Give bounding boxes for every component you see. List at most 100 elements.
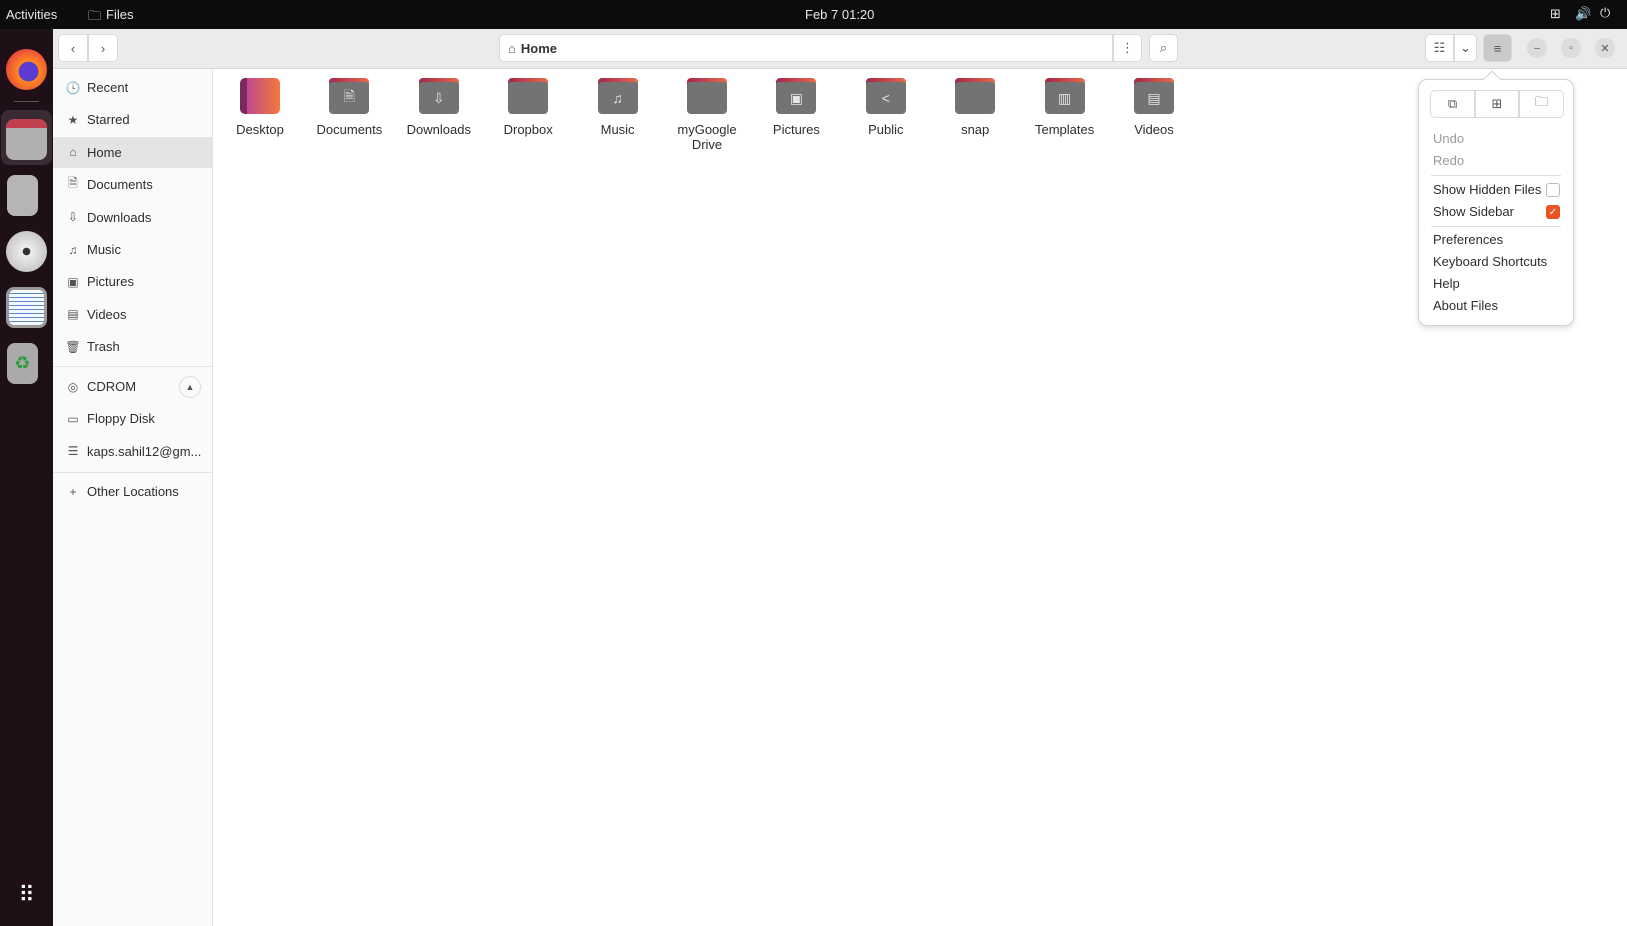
sidebar-item-other-locations[interactable]: + Other Locations: [53, 476, 212, 507]
path-home[interactable]: Home: [521, 41, 557, 56]
menu-show-sidebar[interactable]: Show Sidebar: [1433, 204, 1514, 219]
recent-icon: 🕓: [65, 80, 81, 95]
sidebar-item-label: Videos: [87, 306, 127, 322]
path-menu-button[interactable]: ⋮: [1113, 34, 1142, 62]
menu-about[interactable]: About Files: [1433, 298, 1498, 313]
back-button[interactable]: ‹: [58, 34, 88, 62]
folder-icon: <: [865, 78, 906, 114]
sidebar-item-label: Downloads: [87, 209, 152, 225]
documents-icon: 🗎: [68, 176, 78, 191]
sidebar-item-starred[interactable]: ★ Starred: [53, 104, 212, 135]
eject-button[interactable]: ▲: [179, 375, 201, 398]
menu-keyboard-shortcuts[interactable]: Keyboard Shortcuts: [1433, 254, 1547, 269]
folder-icon: 🗎: [329, 78, 370, 114]
sidebar-item-downloads[interactable]: ⇩ Downloads: [53, 202, 212, 233]
downloads-icon: ⇩: [67, 210, 79, 225]
file-item-public[interactable]: < Public: [843, 78, 929, 137]
file-name: Music: [600, 122, 635, 137]
activities-button[interactable]: Activities: [6, 7, 57, 22]
folder-icon: ▥: [1044, 78, 1085, 114]
files-icon[interactable]: [6, 119, 47, 160]
sidebar-item-label: Music: [87, 242, 121, 257]
divider: [53, 472, 212, 473]
pictures-icon: ▣: [67, 274, 79, 289]
file-name: Documents: [316, 122, 383, 137]
file-name: Dropbox: [503, 122, 553, 137]
file-item-mygoogledrive[interactable]: myGoogleDrive: [664, 78, 750, 152]
view-list-button[interactable]: ☷: [1425, 34, 1454, 62]
sidebar-item-label: Recent: [87, 80, 129, 95]
top-bar: Activities 🗀 Files Feb 7 01:20 ⊞ 🔊 ⏻: [0, 0, 1627, 29]
file-item-templates[interactable]: ▥ Templates: [1022, 78, 1108, 137]
file-name: snap: [961, 122, 990, 137]
sidebar-item-documents[interactable]: 🗎 Documents: [53, 169, 212, 200]
new-window-icon[interactable]: ⧉: [1430, 90, 1475, 118]
file-item-dropbox[interactable]: Dropbox: [485, 78, 571, 137]
file-item-videos[interactable]: ▤ Videos: [1111, 78, 1197, 137]
close-button[interactable]: ✕: [1595, 38, 1615, 58]
menu-redo[interactable]: Redo: [1433, 153, 1464, 168]
folder-icon: [240, 78, 280, 114]
minimize-button[interactable]: –: [1527, 38, 1547, 58]
trash-icon[interactable]: ♻: [7, 343, 38, 384]
menu-preferences[interactable]: Preferences: [1433, 232, 1503, 247]
show-hidden-files-checkbox[interactable]: [1546, 183, 1560, 197]
menu-help[interactable]: Help: [1433, 276, 1460, 291]
text-editor-icon[interactable]: [7, 175, 38, 216]
view-options-button[interactable]: ⌄: [1454, 34, 1477, 62]
main-menu-button[interactable]: ≡: [1483, 34, 1512, 62]
kaps-sahil12-gm-icon: ☰: [67, 444, 79, 459]
file-item-music[interactable]: ♫ Music: [575, 78, 661, 137]
maximize-button[interactable]: ▫: [1561, 38, 1581, 58]
sidebar: 🕓 Recent ★ Starred ⌂ Home 🗎 Documents ⇩ Downloads…: [53, 69, 213, 926]
cdrom-icon: ◎: [67, 379, 79, 394]
menu-show-hidden-files[interactable]: Show Hidden Files: [1433, 182, 1541, 197]
sidebar-item-recent[interactable]: 🕓 Recent: [53, 72, 212, 103]
folder-icon: ▣: [776, 78, 817, 114]
firefox-icon[interactable]: [6, 49, 47, 90]
new-tab-icon[interactable]: ⊞: [1475, 90, 1519, 118]
network-icon[interactable]: ⊞: [1550, 6, 1561, 22]
file-item-snap[interactable]: snap: [932, 78, 1018, 137]
file-item-downloads[interactable]: ⇩ Downloads: [396, 78, 482, 137]
sidebar-item-label: Floppy Disk: [87, 411, 155, 427]
file-item-documents[interactable]: 🗎 Documents: [306, 78, 392, 137]
folder-icon: ▤: [1134, 78, 1174, 114]
search-button[interactable]: ⌕: [1149, 34, 1178, 62]
sidebar-item-label: Other Locations: [87, 484, 179, 499]
sidebar-item-floppy-disk[interactable]: ▭ Floppy Disk: [53, 403, 212, 434]
sidebar-item-trash[interactable]: 🗑 Trash: [53, 331, 212, 362]
cdrom-icon[interactable]: [6, 231, 47, 272]
sidebar-item-label: Starred: [87, 112, 130, 128]
divider: [53, 366, 212, 367]
clock[interactable]: Feb 7 01:20: [805, 7, 874, 22]
path-bar[interactable]: ⌂ Home: [499, 34, 1113, 62]
sidebar-item-music[interactable]: ♫ Music: [53, 234, 212, 265]
sidebar-item-label: CDROM: [87, 379, 137, 394]
music-icon: ♫: [68, 242, 78, 257]
sidebar-item-cdrom[interactable]: ◎ CDROM ▲: [53, 371, 212, 402]
app-menu[interactable]: Files: [106, 7, 133, 22]
floppy-icon[interactable]: [6, 287, 47, 328]
app-grid-icon[interactable]: ⠿: [6, 874, 47, 915]
show-sidebar-checkbox[interactable]: ✓: [1546, 205, 1560, 219]
power-icon[interactable]: ⏻: [1600, 5, 1610, 21]
sidebar-item-home[interactable]: ⌂ Home: [53, 136, 212, 168]
file-name: Downloads: [406, 122, 471, 137]
file-grid: Desktop 🗎 Documents ⇩ Downloads Dropbox ♫ Music…: [213, 69, 1627, 926]
volume-icon[interactable]: 🔊: [1575, 6, 1591, 22]
menu-undo[interactable]: Undo: [1433, 131, 1464, 146]
sidebar-item-pictures[interactable]: ▣ Pictures: [53, 266, 212, 297]
new-folder-icon[interactable]: 🗀: [1519, 90, 1564, 118]
sidebar-item-videos[interactable]: ▤ Videos: [53, 299, 212, 330]
main-menu-popover: ⧉ ⊞ 🗀 Undo Redo Show Hidden Files Show S…: [1418, 70, 1574, 326]
file-item-desktop[interactable]: Desktop: [217, 78, 303, 137]
home-icon: ⌂: [508, 40, 516, 56]
forward-button[interactable]: ›: [88, 34, 118, 62]
folder-icon: [508, 78, 549, 114]
file-item-pictures[interactable]: ▣ Pictures: [753, 78, 839, 137]
sidebar-item-label: kaps.sahil12@gm...: [87, 443, 202, 459]
file-name: Templates: [1034, 122, 1095, 137]
sidebar-item-kaps-sahil12-gm[interactable]: ☰ kaps.sahil12@gm...: [53, 436, 212, 467]
file-name: myGoogleDrive: [677, 122, 737, 152]
